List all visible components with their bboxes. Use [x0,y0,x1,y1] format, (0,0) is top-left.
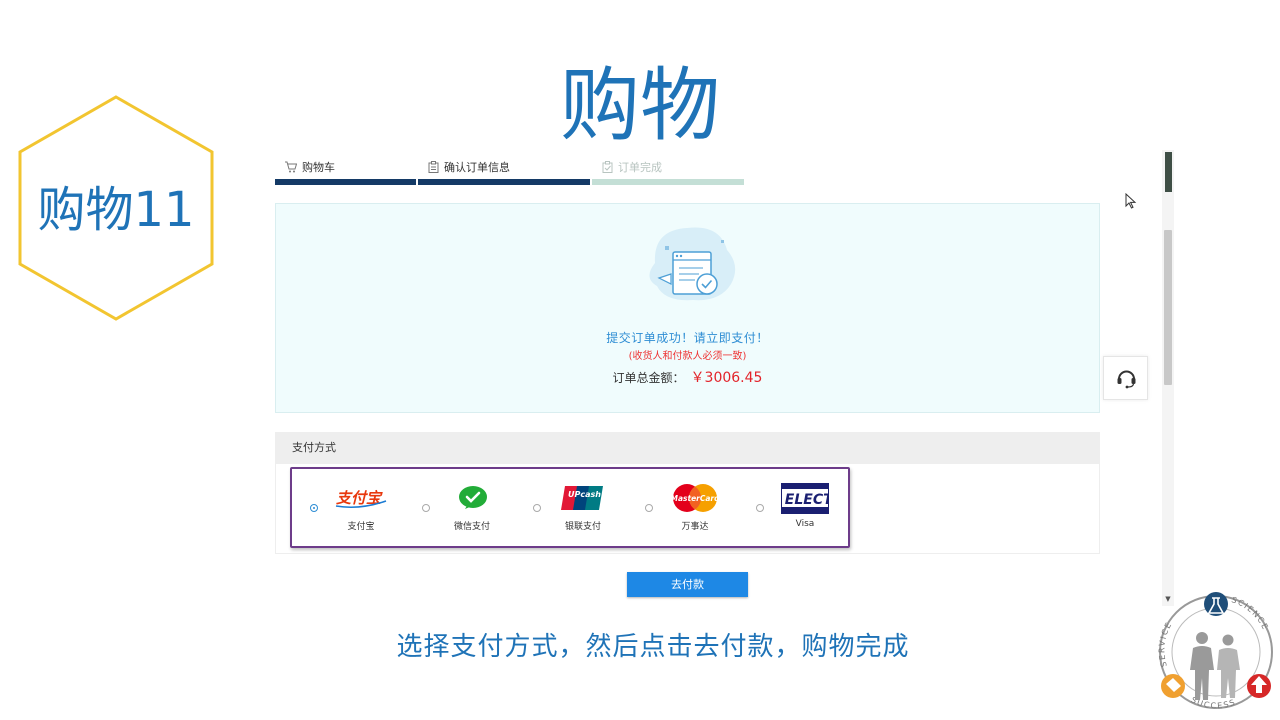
customer-service-button[interactable] [1103,356,1148,400]
mouse-cursor-icon [1125,193,1137,209]
clipboard-icon [428,161,439,173]
scrollbar-top-segment [1165,152,1172,192]
headset-icon [1117,370,1136,389]
step-confirm-order: 确认订单信息 [428,157,510,177]
mastercard-logo-text: MasterCard [671,494,721,503]
payment-label-unionpay: 银联支付 [564,522,601,532]
radio-visa[interactable] [756,504,764,512]
instruction-caption: 选择支付方式，然后点击去付款，购物完成 [396,632,910,662]
visa-logo-text: VISA ELECTRON [781,492,829,508]
service-science-success-emblem: SERVICE SCIENCE SUCCESS [1157,592,1273,710]
alipay-logo[interactable]: 支付宝 [334,487,388,509]
step-progress-cart [275,179,416,185]
step-cart: 购物车 [284,157,335,177]
order-submitted-illustration [649,227,736,301]
payment-label-visa: Visa [795,519,815,529]
order-total-amount: ￥3006.45 [690,370,763,386]
clipboard-check-icon [602,161,613,173]
badge-label: 购物11 [37,182,195,238]
scrollbar-thumb[interactable] [1164,230,1172,385]
order-success-message: 提交订单成功！请立即支付！ [606,331,769,345]
payment-label-wechat: 微信支付 [453,522,490,532]
pay-now-button[interactable]: 去付款 [627,572,748,597]
step-progress-confirm [418,179,590,185]
radio-unionpay[interactable] [533,504,541,512]
step-order-complete: 订单完成 [602,157,662,177]
wechat-pay-icon[interactable] [458,485,488,511]
payment-section-header: 支付方式 [275,432,1100,464]
cart-icon [285,161,297,173]
order-total-row: 订单总金额： ￥3006.45 [275,367,1100,387]
step-label: 订单完成 [618,161,662,174]
visa-electron-logo[interactable]: VISA ELECTRON [781,483,829,514]
radio-alipay[interactable] [310,504,318,512]
step-progress-complete [592,179,744,185]
radio-mastercard[interactable] [645,504,653,512]
step-label: 确认订单信息 [444,161,510,174]
order-total-label: 订单总金额： [612,371,685,385]
payer-consistency-note: (收货人和付款人必须一致) [628,351,747,362]
unionpay-logo-text: UPcash 银联 [568,490,605,499]
payment-label-alipay: 支付宝 [347,522,375,532]
step-label: 购物车 [302,161,335,174]
radio-wechat-pay[interactable] [422,504,430,512]
mastercard-logo[interactable]: MasterCard [670,483,720,513]
unionpay-logo[interactable]: UPcash 银联 [561,484,605,512]
payment-label-mastercard: 万事达 [681,522,709,532]
